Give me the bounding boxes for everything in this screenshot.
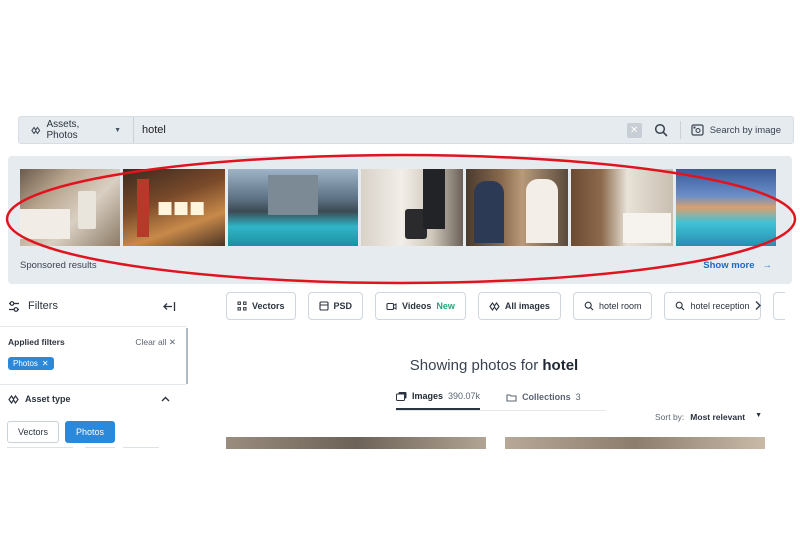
- arrow-right-icon: →: [762, 260, 773, 271]
- asset-type-section[interactable]: Asset type: [8, 394, 170, 404]
- clear-all-button[interactable]: Clear all ✕: [135, 337, 176, 348]
- result-tabs: Images 390.07k Collections 3: [396, 391, 581, 410]
- tab-collections[interactable]: Collections 3: [506, 391, 581, 410]
- collapse-sidebar-icon[interactable]: [162, 301, 176, 312]
- search-icon[interactable]: [654, 123, 668, 137]
- video-icon: [386, 302, 397, 310]
- tab-collections-count: 3: [575, 392, 581, 402]
- pill-all-images-label: All images: [504, 301, 550, 311]
- results-heading-query: hotel: [542, 357, 579, 374]
- results-heading: Showing photos for hotel: [188, 357, 800, 374]
- sponsored-thumbnails: ■■■: [20, 169, 776, 246]
- pill-all-images[interactable]: All images: [477, 292, 561, 320]
- search-icon: [584, 301, 594, 311]
- chevron-right-icon[interactable]: [754, 300, 762, 311]
- pill-hotel-room[interactable]: hotel room: [572, 292, 653, 320]
- tab-images-label: Images: [412, 391, 444, 401]
- applied-filters-title: Applied filters: [8, 337, 65, 347]
- asset-type-button-edge[interactable]: [123, 447, 159, 449]
- show-more-link[interactable]: Show more →: [703, 260, 772, 271]
- filters-title: Filters: [28, 300, 58, 312]
- show-more-label: Show more: [703, 260, 755, 271]
- vectors-icon: [237, 301, 247, 311]
- filter-pills: Vectors PSD Videos New All images hotel …: [226, 292, 785, 320]
- sponsored-label: Sponsored results: [20, 260, 97, 271]
- clear-all-x-icon: ✕: [168, 337, 176, 347]
- tabs-underline: [396, 410, 606, 411]
- chip-label: Photos: [13, 359, 38, 368]
- assets-icon: [31, 126, 41, 134]
- result-image-2[interactable]: [505, 437, 765, 449]
- images-icon: [396, 392, 407, 401]
- chevron-up-icon[interactable]: [161, 396, 170, 402]
- applied-filter-chip-photos[interactable]: Photos ✕: [8, 357, 54, 370]
- pill-vectors-label: Vectors: [252, 301, 285, 311]
- sponsored-thumb-pool-building[interactable]: [228, 169, 358, 246]
- sidebar-divider-2: [0, 384, 186, 385]
- pill-psd-label: PSD: [333, 301, 353, 311]
- sort-label: Sort by:: [655, 412, 685, 422]
- search-by-image-label: Search by image: [709, 124, 781, 136]
- tab-images[interactable]: Images 390.07k: [396, 391, 481, 410]
- sponsored-thumb-room-door[interactable]: [571, 169, 673, 246]
- search-by-image-button[interactable]: Search by image: [691, 124, 793, 136]
- pill-vectors[interactable]: Vectors: [226, 292, 296, 320]
- caret-down-icon: ▼: [114, 126, 121, 134]
- chip-remove-icon[interactable]: ✕: [42, 359, 49, 368]
- asset-type-photos-button[interactable]: Photos: [65, 421, 116, 443]
- sponsored-thumb-hotel-sign[interactable]: ■■■: [123, 169, 225, 246]
- more-asset-types-row: [7, 447, 159, 449]
- asset-type-dropdown[interactable]: Assets, Photos ▼: [19, 117, 134, 143]
- asset-type-title: Asset type: [25, 394, 71, 404]
- pill-overflow[interactable]: [772, 292, 785, 320]
- caret-down-icon: ▼: [755, 412, 763, 419]
- pill-hotel-reception[interactable]: hotel reception: [664, 292, 761, 320]
- sponsored-thumb-suitcase[interactable]: [361, 169, 463, 246]
- tab-images-count: 390.07k: [448, 391, 481, 401]
- pill-videos[interactable]: Videos New: [375, 292, 466, 320]
- new-badge: New: [436, 301, 455, 311]
- all-images-icon: [489, 301, 500, 311]
- sidebar-scrollbar[interactable]: [186, 328, 188, 384]
- asset-type-buttons: Vectors Photos: [7, 421, 116, 443]
- pill-hotel-reception-label: hotel reception: [690, 301, 750, 311]
- sort-value: Most relevant: [690, 412, 746, 422]
- sort-control[interactable]: Sort by: Most relevant ▼: [655, 412, 762, 422]
- page: Assets, Photos ▼ hotel ✕ Search by image…: [0, 0, 800, 560]
- sponsored-thumb-reception[interactable]: [466, 169, 568, 246]
- results-heading-prefix: Showing photos for: [409, 357, 543, 374]
- asset-type-icon: [8, 394, 19, 404]
- clear-search-button[interactable]: ✕: [626, 122, 642, 138]
- folder-icon: [506, 393, 517, 402]
- applied-filters: Applied filters Clear all ✕ Photos ✕: [8, 337, 176, 370]
- asset-type-button-edge[interactable]: [7, 447, 73, 449]
- tab-collections-label: Collections: [522, 392, 571, 402]
- pill-psd[interactable]: PSD: [307, 292, 364, 320]
- asset-type-vectors-button[interactable]: Vectors: [7, 421, 60, 443]
- clear-all-label: Clear all: [135, 337, 167, 347]
- sliders-icon: [9, 300, 19, 312]
- sponsored-thumb-keycard[interactable]: [20, 169, 120, 246]
- sidebar-divider: [0, 326, 186, 327]
- search-icon: [676, 301, 685, 311]
- search-bar: Assets, Photos ▼ hotel ✕ Search by image: [18, 116, 794, 144]
- sponsored-thumb-pool-night[interactable]: [676, 169, 776, 246]
- image-search-icon: [691, 124, 704, 136]
- result-image-1[interactable]: [226, 437, 486, 449]
- pill-videos-label: Videos: [402, 301, 432, 311]
- sponsored-results: ■■■ Sponsored results Show more →: [8, 156, 792, 284]
- psd-icon: [318, 301, 329, 311]
- asset-type-label: Assets, Photos: [46, 119, 80, 141]
- search-separator: [679, 121, 681, 139]
- asset-type-button-edge[interactable]: [85, 447, 115, 449]
- search-input[interactable]: hotel: [134, 124, 627, 136]
- pill-hotel-room-label: hotel room: [598, 301, 642, 311]
- filters-header: Filters: [8, 300, 176, 312]
